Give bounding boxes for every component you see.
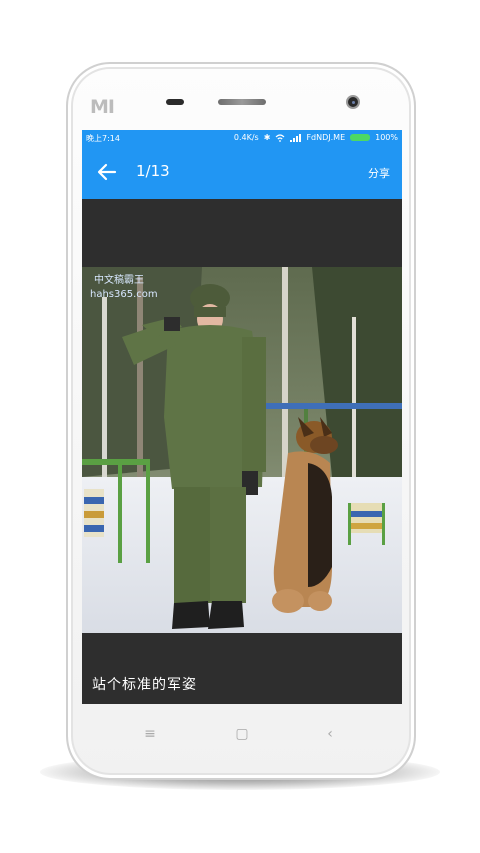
signal-icon [290, 133, 302, 142]
home-icon[interactable]: ▢ [232, 724, 252, 744]
toolbar: 1/13 分享 [82, 147, 402, 199]
image-caption: 站个标准的军姿 [92, 677, 197, 693]
battery-icon [350, 134, 371, 141]
back-nav-icon[interactable]: ‹ [320, 724, 340, 744]
watermark-line2: hahs365.com [90, 289, 158, 300]
back-arrow-icon[interactable] [96, 161, 118, 183]
status-bar: 晚上7:14 0.4K/s ✱ FdNDJ.ME 100% [82, 130, 402, 147]
status-time: 晚上7:14 [86, 134, 120, 143]
front-camera [346, 95, 360, 109]
net-speed: 0.4K/s [233, 133, 259, 142]
carrier-name: FdNDJ.ME [306, 133, 346, 142]
brand-logo: MI [90, 96, 115, 118]
battery-percent: 100% [375, 133, 398, 142]
menu-icon[interactable]: ≡ [140, 724, 160, 744]
bluetooth-icon: ✱ [263, 133, 271, 142]
status-icons: 0.4K/s ✱ FdNDJ.ME 100% [234, 133, 398, 142]
photo[interactable]: 中文稿霸王 hahs365.com [82, 267, 402, 633]
navigation-bar: ≡ ▢ ‹ [82, 716, 402, 752]
wifi-icon [276, 133, 285, 142]
sensor [166, 99, 184, 105]
screen: 晚上7:14 0.4K/s ✱ FdNDJ.ME 100% 1/13 分享 中文… [82, 130, 402, 704]
image-counter: 1/13 [136, 162, 170, 180]
watermark-line1: 中文稿霸王 [94, 273, 144, 286]
share-button[interactable]: 分享 [368, 165, 390, 181]
earpiece [218, 99, 266, 105]
